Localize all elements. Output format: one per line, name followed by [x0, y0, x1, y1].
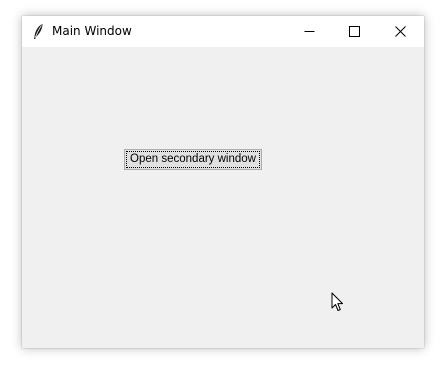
open-secondary-window-button[interactable]: Open secondary window — [124, 149, 262, 170]
open-secondary-window-label: Open secondary window — [130, 153, 256, 165]
feather-icon — [31, 23, 45, 40]
minimize-button[interactable] — [287, 16, 332, 47]
window-title: Main Window — [52, 24, 132, 38]
maximize-button[interactable] — [332, 16, 377, 47]
mouse-pointer-icon — [331, 292, 345, 313]
minimize-icon — [304, 31, 315, 32]
main-window: Main Window Open secondary window — [22, 16, 424, 348]
maximize-icon — [349, 26, 360, 37]
window-client-area: Open secondary window — [22, 47, 424, 348]
title-bar[interactable]: Main Window — [22, 16, 424, 47]
close-icon — [395, 26, 406, 37]
close-button[interactable] — [378, 16, 423, 47]
